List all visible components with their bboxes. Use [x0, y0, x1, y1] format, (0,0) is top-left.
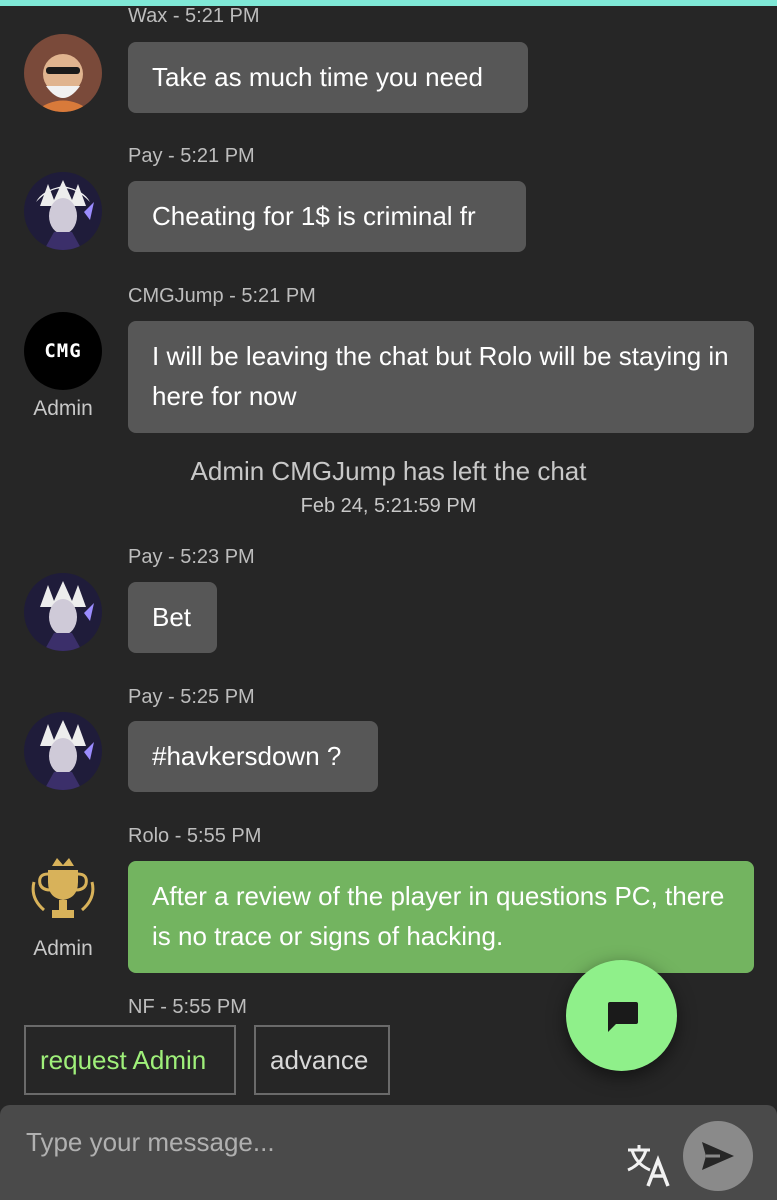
message-bubble: Bet — [128, 582, 217, 653]
request-admin-button[interactable]: request Admin — [24, 1025, 236, 1095]
avatar-pay-image — [24, 712, 102, 790]
admin-message-bubble: After a review of the player in question… — [128, 861, 754, 973]
trophy-icon — [31, 858, 95, 918]
translate-icon[interactable] — [624, 1142, 672, 1188]
admin-role-label: Admin — [33, 937, 93, 960]
avatar[interactable]: CMG — [24, 312, 102, 390]
message-bubble: Take as much time you need — [128, 42, 528, 113]
send-icon — [702, 1142, 734, 1170]
message-bubble: I will be leaving the chat but Rolo will… — [128, 321, 754, 433]
chat-bubble-icon — [607, 1001, 638, 1032]
system-event-text: Admin CMGJump has left the chat — [190, 456, 587, 486]
message-meta: Rolo - 5:55 PM — [128, 825, 262, 847]
message-meta: NF - 5:55 PM — [128, 996, 247, 1018]
message-meta: CMGJump - 5:21 PM — [128, 285, 316, 307]
system-event: Admin CMGJump has left the chat Feb 24, … — [0, 456, 777, 518]
avatar[interactable] — [24, 712, 102, 790]
send-button[interactable] — [683, 1121, 753, 1191]
avatar[interactable] — [24, 573, 102, 651]
translate-glyph — [627, 1145, 670, 1187]
message-input[interactable] — [24, 1119, 588, 1165]
avatar[interactable] — [24, 852, 102, 930]
avatar[interactable] — [24, 34, 102, 112]
avatar-cmg-logo: CMG — [44, 340, 82, 362]
avatar-pay-image — [24, 573, 102, 651]
avatar[interactable] — [24, 172, 102, 250]
chat-fab-button[interactable] — [566, 960, 677, 1071]
message-bubble: Cheating for 1$ is criminal fr — [128, 181, 526, 252]
advance-button[interactable]: advance — [254, 1025, 390, 1095]
message-meta: Wax - 5:21 PM — [128, 5, 260, 27]
top-accent-bar — [0, 0, 777, 6]
message-meta: Pay - 5:21 PM — [128, 145, 255, 167]
avatar-wax-image — [24, 34, 102, 112]
system-event-date: Feb 24, 5:21:59 PM — [300, 495, 477, 517]
avatar-pay-image — [24, 172, 102, 250]
admin-role-label: Admin — [33, 397, 93, 420]
message-bubble: #havkersdown ? — [128, 721, 378, 792]
message-meta: Pay - 5:25 PM — [128, 686, 255, 708]
message-meta: Pay - 5:23 PM — [128, 546, 255, 568]
